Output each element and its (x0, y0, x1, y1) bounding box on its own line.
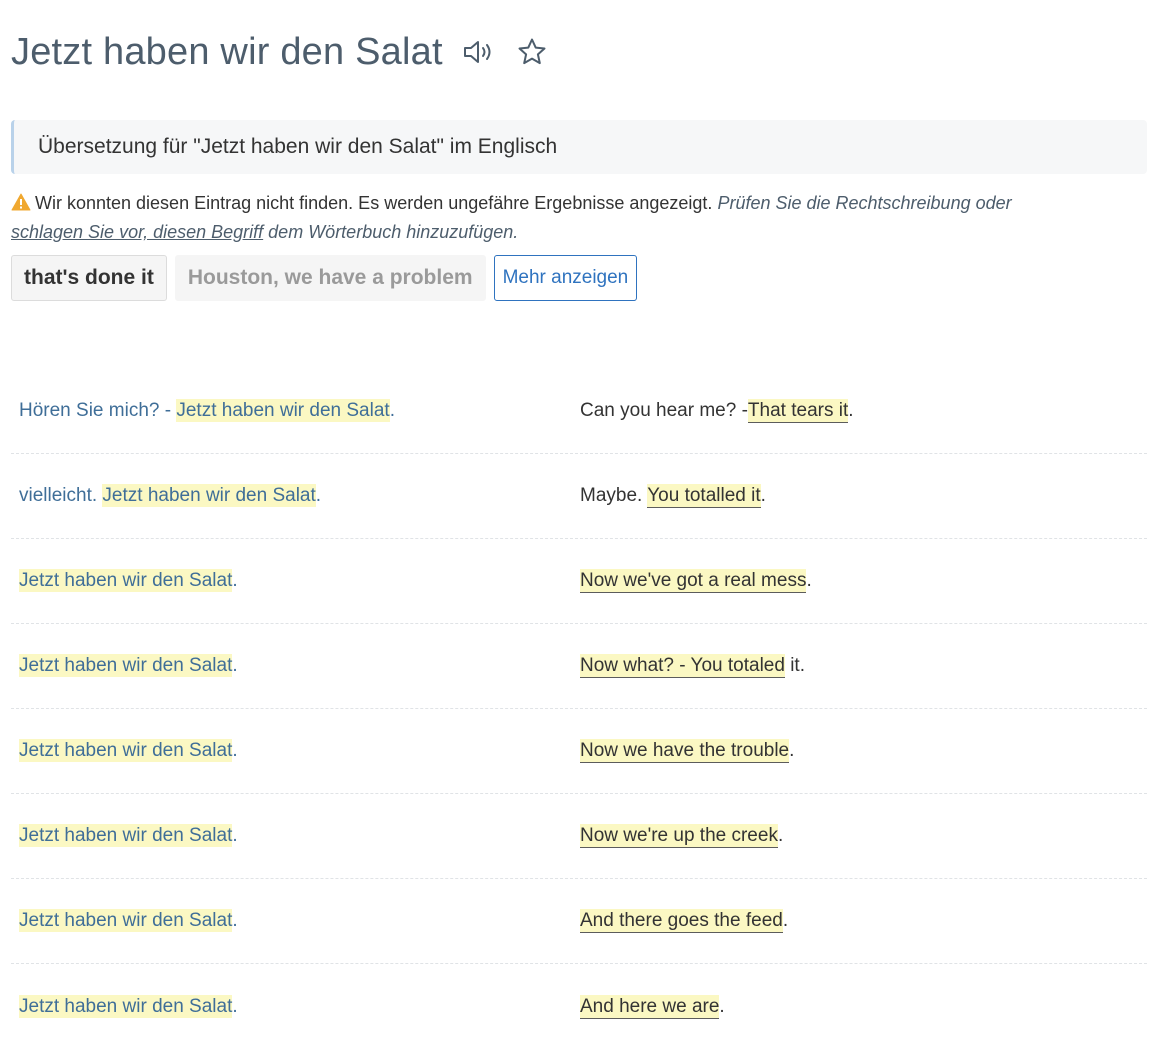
target-text-end: . (789, 740, 795, 761)
target-highlight: That tears it (747, 399, 849, 423)
target-text-end: . (806, 570, 812, 591)
banner-text: Übersetzung für "Jetzt haben wir den Sal… (38, 135, 558, 158)
source-text-end: . (232, 655, 238, 676)
source-text-end: . (389, 400, 395, 421)
target-highlight: Now what? - You totaled (580, 654, 785, 678)
example-source: Jetzt haben wir den Salat. (11, 994, 580, 1018)
example-target: Now we have the trouble. (580, 739, 1147, 763)
warning-icon (11, 192, 31, 219)
example-target: Can you hear me? -That tears it. (580, 399, 1147, 423)
notice-message: Wir konnten diesen Eintrag nicht finden.… (35, 193, 713, 213)
example-list: Hören Sie mich? - Jetzt haben wir den Sa… (11, 368, 1147, 1049)
example-row: Jetzt haben wir den Salat. And there goes… (11, 879, 1147, 964)
example-source: Hören Sie mich? - Jetzt haben wir den Sa… (11, 399, 580, 422)
example-row: Jetzt haben wir den Salat. Now we've got … (11, 539, 1147, 624)
source-highlight: Jetzt haben wir den Salat (19, 739, 233, 762)
target-text-end: . (848, 400, 854, 421)
hint-after: dem Wörterbuch hinzuzufügen. (268, 222, 519, 242)
source-highlight: Jetzt haben wir den Salat (102, 484, 316, 507)
source-highlight: Jetzt haben wir den Salat (19, 569, 233, 592)
source-text-end: . (232, 740, 238, 761)
hint-before: Prüfen Sie die Rechtschreibung oder (717, 193, 1012, 213)
source-text-end: . (315, 485, 322, 506)
example-target: And there goes the feed. (580, 909, 1147, 933)
source-text-end: . (232, 825, 238, 846)
target-highlight: Now we're up the creek (580, 824, 778, 848)
target-text-end: . (777, 825, 784, 846)
suggest-term-link[interactable]: schlagen Sie vor, diesen Begriff (11, 222, 263, 242)
translation-chips: that's done it Houston, we have a proble… (11, 255, 1147, 301)
translation-banner: Übersetzung für "Jetzt haben wir den Sal… (11, 120, 1147, 174)
example-row: Jetzt haben wir den Salat. Now we have th… (11, 709, 1147, 794)
target-text-end: . (782, 910, 789, 931)
source-highlight: Jetzt haben wir den Salat (19, 654, 233, 677)
example-row: Jetzt haben wir den Salat. Now what? - Yo… (11, 624, 1147, 709)
example-source: Jetzt haben wir den Salat. (11, 739, 580, 762)
source-highlight: Jetzt haben wir den Salat (19, 994, 233, 1018)
page: Jetzt haben wir den Salat Übersetzung fü… (11, 0, 1147, 1049)
target-text: Can you hear me? - (580, 400, 748, 421)
example-target: Now we're up the creek. (580, 824, 1147, 848)
target-highlight: Now we've got a real mess (580, 569, 807, 593)
example-source: Jetzt haben wir den Salat. (11, 824, 580, 847)
source-text-end: . (232, 995, 238, 1017)
source-highlight: Jetzt haben wir den Salat (19, 909, 233, 932)
title-row: Jetzt haben wir den Salat (11, 0, 1147, 104)
show-more-button[interactable]: Mehr anzeigen (493, 255, 638, 301)
target-text-end: it. (784, 655, 805, 676)
translation-chip-secondary[interactable]: Houston, we have a problem (174, 255, 486, 301)
target-highlight: Now we have the trouble (580, 739, 790, 763)
translation-chip-primary[interactable]: that's done it (11, 255, 167, 301)
source-text-end: . (232, 910, 238, 931)
target-highlight: You totalled it (647, 484, 761, 508)
example-source: vielleicht. Jetzt haben wir den Salat. (11, 484, 580, 507)
not-found-notice: Wir konnten diesen Eintrag nicht finden.… (11, 190, 1147, 246)
source-highlight: Jetzt haben wir den Salat (176, 399, 390, 422)
source-text: Hören Sie mich? - (19, 400, 177, 421)
example-target: And here we are. (580, 994, 1147, 1019)
target-text: Maybe. (580, 485, 648, 506)
example-source: Jetzt haben wir den Salat. (11, 569, 580, 592)
page-title: Jetzt haben wir den Salat (11, 30, 443, 73)
example-source: Jetzt haben wir den Salat. (11, 909, 580, 932)
target-highlight: And here we are (580, 994, 720, 1019)
speaker-icon[interactable] (461, 35, 495, 69)
example-target: Maybe. You totalled it. (580, 484, 1147, 508)
example-source: Jetzt haben wir den Salat. (11, 654, 580, 677)
example-row: Jetzt haben wir den Salat. Now we're up t… (11, 794, 1147, 879)
star-outline-icon[interactable] (515, 35, 549, 69)
example-row: Hören Sie mich? - Jetzt haben wir den Sa… (11, 369, 1147, 454)
example-row: vielleicht. Jetzt haben wir den Salat. Ma… (11, 454, 1147, 539)
target-highlight: And there goes the feed (580, 909, 783, 933)
source-text: vielleicht. (19, 485, 103, 506)
source-highlight: Jetzt haben wir den Salat (19, 824, 233, 847)
target-text-end: . (760, 485, 766, 506)
target-text-end: . (719, 995, 725, 1017)
example-row: Jetzt haben wir den Salat. And here we ar… (11, 964, 1147, 1049)
example-target: Now we've got a real mess. (580, 569, 1147, 593)
example-target: Now what? - You totaled it. (580, 654, 1147, 678)
source-text-end: . (232, 570, 238, 591)
